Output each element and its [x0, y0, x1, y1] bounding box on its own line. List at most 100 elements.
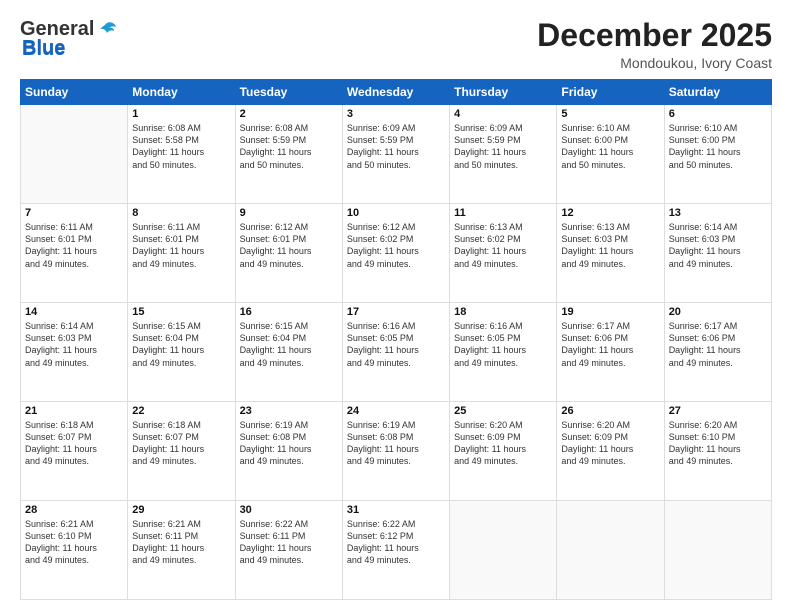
calendar-cell: 2 Sunrise: 6:08 AM Sunset: 5:59 PM Daylig… — [235, 105, 342, 204]
calendar-cell: 19 Sunrise: 6:17 AM Sunset: 6:06 PM Dayli… — [557, 303, 664, 402]
cell-info: Sunrise: 6:18 AM Sunset: 6:07 PM Dayligh… — [25, 419, 123, 468]
day-number: 20 — [669, 306, 767, 318]
day-number: 11 — [454, 207, 552, 219]
calendar-cell: 25 Sunrise: 6:20 AM Sunset: 6:09 PM Dayli… — [450, 402, 557, 501]
day-number: 17 — [347, 306, 445, 318]
cell-info: Sunrise: 6:20 AM Sunset: 6:09 PM Dayligh… — [454, 419, 552, 468]
cell-info: Sunrise: 6:13 AM Sunset: 6:03 PM Dayligh… — [561, 221, 659, 270]
cell-info: Sunrise: 6:09 AM Sunset: 5:59 PM Dayligh… — [454, 122, 552, 171]
day-number: 6 — [669, 108, 767, 120]
cell-info: Sunrise: 6:10 AM Sunset: 6:00 PM Dayligh… — [561, 122, 659, 171]
day-number: 26 — [561, 405, 659, 417]
calendar-cell — [21, 105, 128, 204]
cell-info: Sunrise: 6:22 AM Sunset: 6:11 PM Dayligh… — [240, 518, 338, 567]
cell-info: Sunrise: 6:22 AM Sunset: 6:12 PM Dayligh… — [347, 518, 445, 567]
cell-info: Sunrise: 6:15 AM Sunset: 6:04 PM Dayligh… — [132, 320, 230, 369]
cell-info: Sunrise: 6:17 AM Sunset: 6:06 PM Dayligh… — [561, 320, 659, 369]
calendar-cell: 12Sunrise: 6:13 AM Sunset: 6:03 PM Dayli… — [557, 204, 664, 303]
calendar-cell: 21Sunrise: 6:18 AM Sunset: 6:07 PM Dayli… — [21, 402, 128, 501]
day-number: 25 — [454, 405, 552, 417]
calendar-cell: 17 Sunrise: 6:16 AM Sunset: 6:05 PM Dayli… — [342, 303, 449, 402]
calendar-row-3: 14Sunrise: 6:14 AM Sunset: 6:03 PM Dayli… — [21, 303, 772, 402]
calendar-cell: 28 Sunrise: 6:21 AM Sunset: 6:10 PM Dayli… — [21, 501, 128, 600]
logo-bird-icon — [96, 19, 118, 41]
calendar-cell: 9 Sunrise: 6:12 AM Sunset: 6:01 PM Daylig… — [235, 204, 342, 303]
calendar-cell: 22 Sunrise: 6:18 AM Sunset: 6:07 PM Dayli… — [128, 402, 235, 501]
cell-info: Sunrise: 6:15 AM Sunset: 6:04 PM Dayligh… — [240, 320, 338, 369]
day-number: 27 — [669, 405, 767, 417]
cell-info: Sunrise: 6:17 AM Sunset: 6:06 PM Dayligh… — [669, 320, 767, 369]
calendar-cell — [664, 501, 771, 600]
day-number: 7 — [25, 207, 123, 219]
col-header-thursday: Thursday — [450, 80, 557, 105]
calendar-cell: 16 Sunrise: 6:15 AM Sunset: 6:04 PM Dayli… — [235, 303, 342, 402]
cell-info: Sunrise: 6:09 AM Sunset: 5:59 PM Dayligh… — [347, 122, 445, 171]
day-number: 29 — [132, 504, 230, 516]
cell-info: Sunrise: 6:13 AM Sunset: 6:02 PM Dayligh… — [454, 221, 552, 270]
day-number: 18 — [454, 306, 552, 318]
calendar-cell: 13 Sunrise: 6:14 AM Sunset: 6:03 PM Dayli… — [664, 204, 771, 303]
calendar-cell: 1Sunrise: 6:08 AM Sunset: 5:58 PM Daylig… — [128, 105, 235, 204]
calendar-cell — [450, 501, 557, 600]
month-title: December 2025 — [537, 18, 772, 53]
day-number: 19 — [561, 306, 659, 318]
calendar-cell: 7 Sunrise: 6:11 AM Sunset: 6:01 PM Daylig… — [21, 204, 128, 303]
calendar-cell: 11 Sunrise: 6:13 AM Sunset: 6:02 PM Dayli… — [450, 204, 557, 303]
cell-info: Sunrise: 6:21 AM Sunset: 6:11 PM Dayligh… — [132, 518, 230, 567]
day-number: 28 — [25, 504, 123, 516]
day-number: 9 — [240, 207, 338, 219]
day-number: 15 — [132, 306, 230, 318]
cell-info: Sunrise: 6:08 AM Sunset: 5:59 PM Dayligh… — [240, 122, 338, 171]
cell-info: Sunrise: 6:12 AM Sunset: 6:02 PM Dayligh… — [347, 221, 445, 270]
calendar-cell — [557, 501, 664, 600]
day-number: 16 — [240, 306, 338, 318]
cell-info: Sunrise: 6:20 AM Sunset: 6:09 PM Dayligh… — [561, 419, 659, 468]
calendar-row-4: 21Sunrise: 6:18 AM Sunset: 6:07 PM Dayli… — [21, 402, 772, 501]
day-number: 30 — [240, 504, 338, 516]
calendar-cell: 27 Sunrise: 6:20 AM Sunset: 6:10 PM Dayli… — [664, 402, 771, 501]
calendar-cell: 8Sunrise: 6:11 AM Sunset: 6:01 PM Daylig… — [128, 204, 235, 303]
calendar-cell: 26 Sunrise: 6:20 AM Sunset: 6:09 PM Dayli… — [557, 402, 664, 501]
cell-info: Sunrise: 6:19 AM Sunset: 6:08 PM Dayligh… — [347, 419, 445, 468]
calendar-cell: 23Sunrise: 6:19 AM Sunset: 6:08 PM Dayli… — [235, 402, 342, 501]
calendar-cell: 6 Sunrise: 6:10 AM Sunset: 6:00 PM Daylig… — [664, 105, 771, 204]
cell-info: Sunrise: 6:08 AM Sunset: 5:58 PM Dayligh… — [132, 122, 230, 171]
cell-info: Sunrise: 6:16 AM Sunset: 6:05 PM Dayligh… — [347, 320, 445, 369]
calendar-cell: 10 Sunrise: 6:12 AM Sunset: 6:02 PM Dayli… — [342, 204, 449, 303]
day-number: 13 — [669, 207, 767, 219]
location-title: Mondoukou, Ivory Coast — [537, 55, 772, 71]
cell-info: Sunrise: 6:19 AM Sunset: 6:08 PM Dayligh… — [240, 419, 338, 468]
day-number: 2 — [240, 108, 338, 120]
calendar-row-1: 1Sunrise: 6:08 AM Sunset: 5:58 PM Daylig… — [21, 105, 772, 204]
calendar-table: SundayMondayTuesdayWednesdayThursdayFrid… — [20, 79, 772, 600]
col-header-tuesday: Tuesday — [235, 80, 342, 105]
calendar-cell: 3Sunrise: 6:09 AM Sunset: 5:59 PM Daylig… — [342, 105, 449, 204]
calendar-cell: 30 Sunrise: 6:22 AM Sunset: 6:11 PM Dayli… — [235, 501, 342, 600]
calendar-cell: 5Sunrise: 6:10 AM Sunset: 6:00 PM Daylig… — [557, 105, 664, 204]
cell-info: Sunrise: 6:12 AM Sunset: 6:01 PM Dayligh… — [240, 221, 338, 270]
cell-info: Sunrise: 6:21 AM Sunset: 6:10 PM Dayligh… — [25, 518, 123, 567]
calendar-cell: 18Sunrise: 6:16 AM Sunset: 6:05 PM Dayli… — [450, 303, 557, 402]
day-number: 8 — [132, 207, 230, 219]
calendar-cell: 14Sunrise: 6:14 AM Sunset: 6:03 PM Dayli… — [21, 303, 128, 402]
col-header-friday: Friday — [557, 80, 664, 105]
cell-info: Sunrise: 6:18 AM Sunset: 6:07 PM Dayligh… — [132, 419, 230, 468]
day-number: 10 — [347, 207, 445, 219]
cell-info: Sunrise: 6:11 AM Sunset: 6:01 PM Dayligh… — [25, 221, 123, 270]
logo-blue-text: Blue — [22, 38, 65, 61]
calendar-cell: 31 Sunrise: 6:22 AM Sunset: 6:12 PM Dayli… — [342, 501, 449, 600]
logo: General Blue Blue — [20, 18, 118, 61]
day-number: 22 — [132, 405, 230, 417]
cell-info: Sunrise: 6:14 AM Sunset: 6:03 PM Dayligh… — [669, 221, 767, 270]
col-header-saturday: Saturday — [664, 80, 771, 105]
header: General Blue Blue December 2025 Mondouko… — [20, 18, 772, 71]
cell-info: Sunrise: 6:14 AM Sunset: 6:03 PM Dayligh… — [25, 320, 123, 369]
col-header-wednesday: Wednesday — [342, 80, 449, 105]
cell-info: Sunrise: 6:20 AM Sunset: 6:10 PM Dayligh… — [669, 419, 767, 468]
calendar-cell: 24Sunrise: 6:19 AM Sunset: 6:08 PM Dayli… — [342, 402, 449, 501]
calendar-row-5: 28 Sunrise: 6:21 AM Sunset: 6:10 PM Dayli… — [21, 501, 772, 600]
calendar-cell: 15 Sunrise: 6:15 AM Sunset: 6:04 PM Dayli… — [128, 303, 235, 402]
cell-info: Sunrise: 6:10 AM Sunset: 6:00 PM Dayligh… — [669, 122, 767, 171]
col-header-sunday: Sunday — [21, 80, 128, 105]
day-number: 31 — [347, 504, 445, 516]
